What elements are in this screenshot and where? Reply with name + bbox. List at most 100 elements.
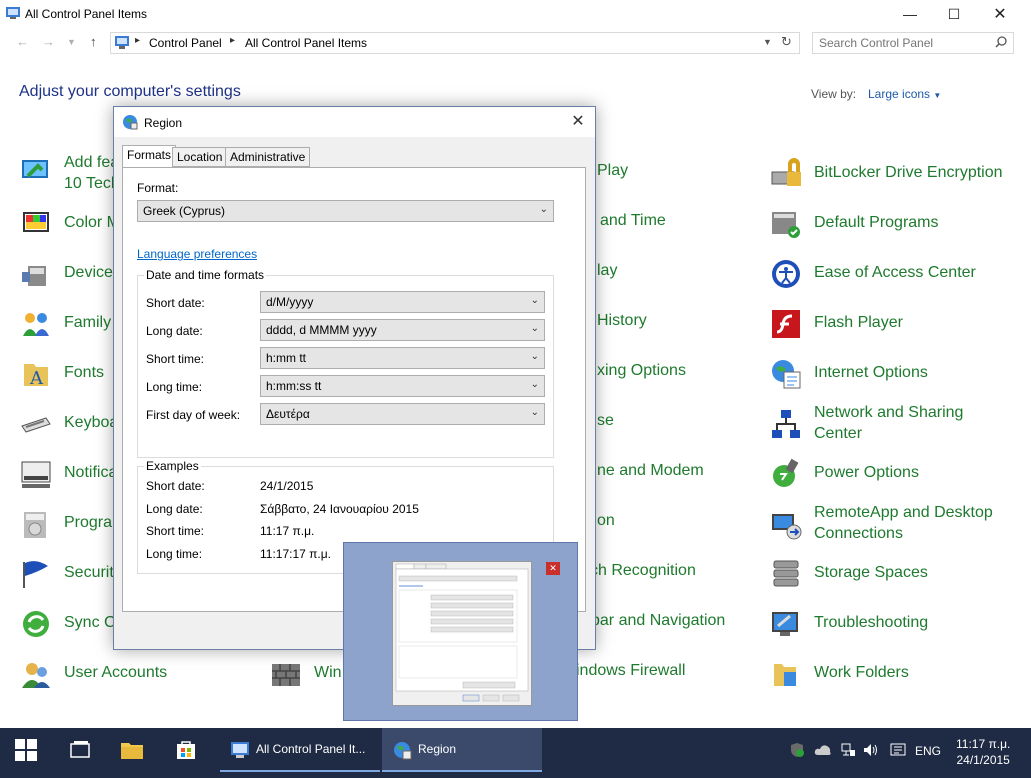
volume-icon[interactable] xyxy=(862,742,878,758)
region-thumbnail-preview[interactable]: ✕ xyxy=(343,542,578,721)
cp-item-label[interactable]: Securit xyxy=(64,562,114,583)
cp-item-storage-spaces[interactable]: Storage Spaces xyxy=(770,556,1010,596)
cp-item-sync-center[interactable]: Sync Ce xyxy=(20,606,124,646)
cp-item-display-label[interactable]: lay xyxy=(597,262,617,280)
cp-item-label[interactable]: RemoteApp and Desktop xyxy=(814,502,993,523)
cp-item-add-features[interactable]: Add fea 10 Tech xyxy=(20,152,120,192)
cp-item-keyboard[interactable]: Keyboa xyxy=(20,406,120,446)
field-value[interactable]: h:mm tt xyxy=(266,351,306,365)
cp-item-bitlocker[interactable]: BitLocker Drive Encryption xyxy=(770,156,1010,196)
cp-item-user-accounts[interactable]: User Accounts xyxy=(20,656,220,696)
language-preferences-link[interactable]: Language preferences xyxy=(137,247,257,261)
short-date-dropdown[interactable]: d/M/yyyy ⌄ xyxy=(260,291,545,313)
cp-item-label[interactable]: Center xyxy=(814,423,862,444)
cp-item-internet-options[interactable]: Internet Options xyxy=(770,356,1010,396)
cp-item-label[interactable]: Default Programs xyxy=(814,212,939,233)
breadcrumb-separator-icon[interactable]: ▸ xyxy=(230,35,235,46)
cp-item-programs-features[interactable]: Progra xyxy=(20,506,120,546)
cp-item-label[interactable]: Connections xyxy=(814,523,903,544)
up-arrow-icon[interactable]: ↑ xyxy=(90,34,97,49)
tab-location[interactable]: Location xyxy=(172,147,228,167)
search-input[interactable] xyxy=(819,36,989,50)
taskbar-item-label[interactable]: Region xyxy=(418,742,456,756)
clock-date[interactable]: 24/1/2015 xyxy=(956,752,1010,768)
dialog-title-bar[interactable]: Region ✕ xyxy=(114,107,595,137)
back-arrow-icon[interactable]: ← xyxy=(16,34,29,49)
action-center-icon[interactable] xyxy=(890,742,906,758)
cp-item-default-programs[interactable]: Default Programs xyxy=(770,206,1010,246)
format-value[interactable]: Greek (Cyprus) xyxy=(143,204,225,218)
cp-item-label[interactable]: Power Options xyxy=(814,462,919,483)
cp-item-work-folders[interactable]: Work Folders xyxy=(770,656,1010,696)
cp-item-label[interactable]: BitLocker Drive Encryption xyxy=(814,162,1003,183)
cp-item-label[interactable]: Device xyxy=(64,262,113,283)
cp-item-device-manager[interactable]: Device xyxy=(20,256,120,296)
tab-administrative[interactable]: Administrative xyxy=(225,147,311,167)
cp-item-label[interactable]: Add fea xyxy=(64,152,119,173)
windows-logo-icon[interactable] xyxy=(15,739,37,761)
chevron-down-icon[interactable]: ⌄ xyxy=(531,295,539,306)
cp-item-label[interactable]: Family xyxy=(64,312,111,333)
cp-item-date-time-label[interactable]: and Time xyxy=(600,212,666,230)
recent-locations-icon[interactable]: ▼ xyxy=(67,37,76,47)
taskbar-item-region[interactable]: Region xyxy=(382,728,542,772)
breadcrumb-all-items[interactable]: All Control Panel Items xyxy=(245,36,367,50)
format-dropdown[interactable]: Greek (Cyprus) ⌄ xyxy=(137,200,554,222)
cp-item-phone-modem-label[interactable]: ne and Modem xyxy=(597,462,704,480)
cp-item-fonts[interactable]: A Fonts xyxy=(20,356,120,396)
cp-item-label[interactable]: Work Folders xyxy=(814,662,909,683)
cp-item-mouse-label[interactable]: se xyxy=(597,412,614,430)
cp-item-ease-of-access[interactable]: Ease of Access Center xyxy=(770,256,1010,296)
onedrive-cloud-icon[interactable] xyxy=(814,743,832,757)
maximize-button[interactable]: ☐ xyxy=(931,0,977,28)
cp-item-label[interactable]: Color M xyxy=(64,212,120,233)
cp-item-label[interactable]: Win xyxy=(314,662,342,683)
long-date-dropdown[interactable]: dddd, d MMMM yyyy ⌄ xyxy=(260,319,545,341)
field-value[interactable]: Δευτέρα xyxy=(266,407,310,421)
clock[interactable]: 11:17 π.μ. 24/1/2015 xyxy=(956,736,1010,768)
search-icon[interactable] xyxy=(995,36,1007,48)
cp-item-speech-label[interactable]: ch Recognition xyxy=(590,562,696,580)
chevron-down-icon[interactable]: ⌄ xyxy=(531,407,539,418)
task-view-icon[interactable] xyxy=(69,741,91,759)
search-box[interactable] xyxy=(812,32,1014,54)
cp-item-autoplay-label[interactable]: Play xyxy=(597,162,628,180)
cp-item-color-management[interactable]: Color M xyxy=(20,206,120,246)
chevron-down-icon[interactable]: ⌄ xyxy=(531,379,539,390)
cp-item-power-options[interactable]: Power Options xyxy=(770,456,1010,496)
cp-item-notification-area[interactable]: Notifica xyxy=(20,456,120,496)
thumbnail-close-button[interactable]: ✕ xyxy=(546,562,560,575)
cp-item-label[interactable]: Flash Player xyxy=(814,312,903,333)
field-value[interactable]: d/M/yyyy xyxy=(266,295,313,309)
cp-item-taskbar-label[interactable]: bar and Navigation xyxy=(591,612,725,630)
field-value[interactable]: h:mm:ss tt xyxy=(266,379,321,393)
network-icon[interactable] xyxy=(840,742,856,758)
cp-item-file-history-label[interactable]: History xyxy=(597,312,647,330)
store-button[interactable] xyxy=(164,728,208,772)
taskbar-item-control-panel[interactable]: All Control Panel It... xyxy=(220,728,380,772)
cp-item-firewall-label[interactable]: indows Firewall xyxy=(576,662,685,680)
cp-item-label[interactable]: Progra xyxy=(64,512,112,533)
long-time-dropdown[interactable]: h:mm:ss tt ⌄ xyxy=(260,375,545,397)
defender-shield-icon[interactable] xyxy=(789,742,805,758)
cp-item-windows-defender[interactable]: Win xyxy=(270,656,350,696)
cp-item-label[interactable]: Network and Sharing xyxy=(814,402,963,423)
input-language[interactable]: ENG xyxy=(915,744,941,758)
first-day-dropdown[interactable]: Δευτέρα ⌄ xyxy=(260,403,545,425)
clock-time[interactable]: 11:17 π.μ. xyxy=(956,736,1010,752)
cp-item-region-label[interactable]: on xyxy=(597,512,615,530)
taskbar-item-label[interactable]: All Control Panel It... xyxy=(256,742,365,756)
store-icon[interactable] xyxy=(176,740,196,760)
task-view-button[interactable] xyxy=(58,728,102,772)
file-explorer-button[interactable] xyxy=(110,728,154,772)
close-button[interactable]: ✕ xyxy=(977,0,1023,28)
view-by-value[interactable]: Large icons xyxy=(868,87,930,101)
cp-item-label[interactable]: Ease of Access Center xyxy=(814,262,976,283)
field-value[interactable]: dddd, d MMMM yyyy xyxy=(266,323,377,337)
cp-item-family-safety[interactable]: Family xyxy=(20,306,120,346)
view-by-dropdown[interactable]: Large icons ▼ xyxy=(868,87,941,101)
folder-icon[interactable] xyxy=(121,741,143,759)
chevron-down-icon[interactable]: ⌄ xyxy=(540,204,548,215)
chevron-down-icon[interactable]: ▼ xyxy=(933,91,941,100)
chevron-down-icon[interactable]: ⌄ xyxy=(531,323,539,334)
